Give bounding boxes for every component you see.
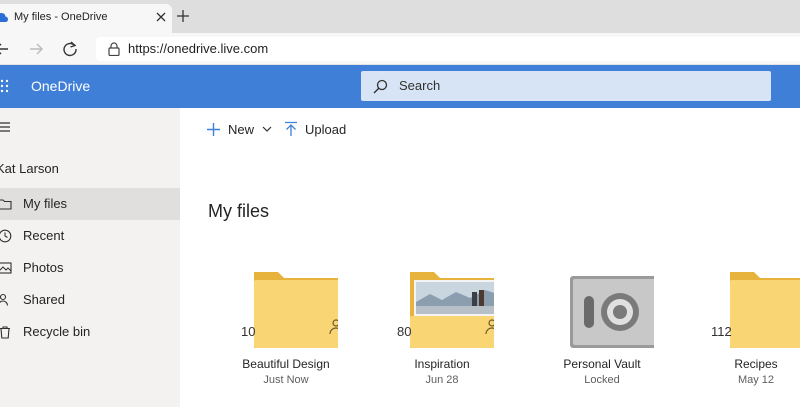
page-title: My files (208, 201, 270, 221)
back-arrow-icon[interactable] (0, 41, 10, 57)
app-launcher-waffle-icon[interactable] (0, 79, 12, 93)
vault-safe-icon (570, 276, 654, 348)
folder-icon (0, 199, 12, 210)
sidebar-item-photos[interactable]: Photos (0, 252, 180, 284)
command-bar: New Upload (180, 108, 800, 148)
sidebar-item-recycle-bin[interactable]: Recycle bin (0, 316, 180, 348)
sidebar-item-label: Recent (23, 228, 65, 243)
tile-name[interactable]: Personal Vault (530, 357, 674, 371)
sidebar-item-shared[interactable]: Shared (0, 284, 180, 316)
url-text: https://onedrive.live.com (128, 41, 269, 56)
close-tab-icon[interactable] (154, 10, 168, 24)
tile-name[interactable]: Recipes (684, 357, 800, 371)
plus-icon (207, 122, 220, 136)
upload-button[interactable]: Upload (284, 120, 346, 138)
sidebar-item-label: Shared (23, 292, 65, 307)
folder-tile-inspiration[interactable]: 80 Inspiration Jun 28 (370, 262, 510, 392)
search-placeholder: Search (399, 78, 441, 93)
browser-tab[interactable]: My files - OneDrive (0, 4, 172, 33)
forward-arrow-icon[interactable] (28, 41, 44, 57)
user-name: Kat Larson (0, 161, 59, 176)
tile-status: Locked (584, 374, 620, 386)
tile-name[interactable]: Beautiful Design (214, 357, 358, 371)
item-count: 10 (241, 324, 256, 339)
upload-label: Upload (305, 121, 347, 137)
browser-nav-bar: https://onedrive.live.com (0, 33, 800, 65)
sidebar-item-label: Photos (23, 260, 64, 275)
tile-date: Jun 28 (425, 374, 459, 386)
lock-icon (108, 42, 120, 56)
new-tab-plus-icon[interactable] (176, 9, 190, 23)
onedrive-cloud-icon (0, 13, 8, 22)
onedrive-header: OneDrive Search (0, 65, 800, 108)
refresh-icon[interactable] (62, 41, 78, 57)
sidebar-item-recent[interactable]: Recent (0, 220, 180, 252)
search-icon (373, 79, 388, 94)
sidebar-item-label: Recycle bin (23, 324, 91, 339)
new-label: New (228, 121, 255, 137)
upload-arrow-icon (285, 121, 297, 136)
onedrive-brand[interactable]: OneDrive (31, 78, 90, 94)
item-count: 112 (711, 324, 732, 339)
chevron-down-icon (262, 126, 272, 132)
sidebar-item-label: My files (23, 196, 68, 211)
personal-vault-tile[interactable]: Personal Vault Locked (530, 262, 670, 392)
tile-name[interactable]: Inspiration (370, 357, 514, 371)
trash-icon (0, 326, 10, 339)
clock-icon (0, 229, 12, 243)
tile-date: Just Now (263, 374, 309, 386)
folder-tile-beautiful-design[interactable]: 10 Beautiful Design Just Now (214, 262, 354, 392)
search-box[interactable]: Search (361, 71, 771, 101)
address-bar[interactable]: https://onedrive.live.com (96, 37, 800, 61)
tile-date: May 12 (737, 374, 775, 386)
folder-tile-recipes[interactable]: 112 Recipes May 12 (684, 262, 800, 392)
new-button[interactable]: New (206, 120, 273, 138)
sidebar: Kat Larson My files Recent Photos Shared… (0, 108, 180, 407)
sidebar-item-my-files[interactable]: My files (0, 188, 180, 220)
image-icon (0, 262, 12, 274)
browser-tab-strip: My files - OneDrive (0, 0, 800, 33)
tab-title: My files - OneDrive (14, 11, 108, 23)
hamburger-menu-icon[interactable] (0, 122, 10, 132)
people-icon (0, 293, 9, 306)
item-count: 80 (397, 324, 412, 339)
